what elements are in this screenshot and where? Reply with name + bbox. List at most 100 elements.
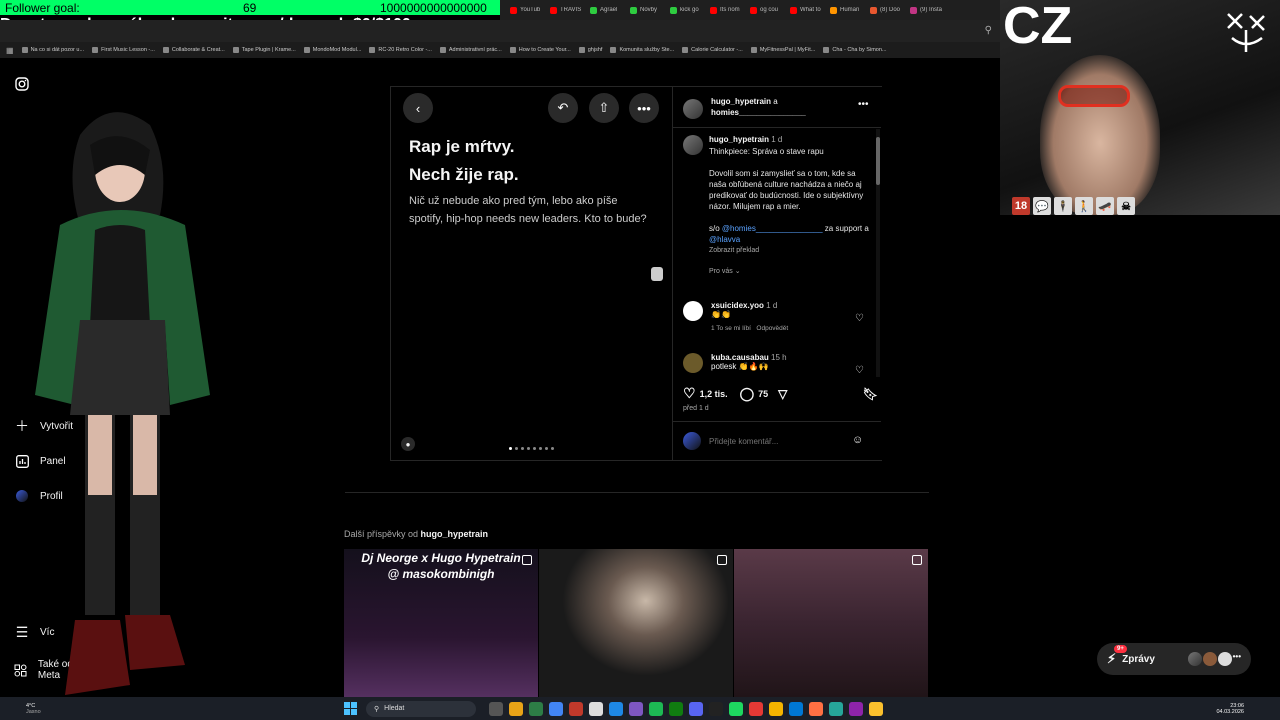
taskbar-app-icon[interactable]: [789, 701, 803, 716]
avatar[interactable]: [683, 353, 703, 373]
post-thumbnail[interactable]: [539, 549, 733, 697]
browser-tab[interactable]: (8) Doo: [870, 6, 906, 14]
taskbar-app-icon[interactable]: [849, 701, 863, 716]
taskbar-app-icon[interactable]: [629, 701, 643, 716]
taskbar-search[interactable]: ⚲ Hledat: [366, 700, 476, 717]
bookmark-item[interactable]: Na co si dát pozor u...: [21, 47, 84, 53]
post-thumbnail[interactable]: [734, 549, 928, 697]
taskbar-app-icon[interactable]: [749, 701, 763, 716]
taskbar-app-icon[interactable]: [709, 701, 723, 716]
avatar[interactable]: [683, 301, 703, 321]
browser-tab-label: YouTub: [520, 7, 541, 13]
mention-link[interactable]: @homies_______________: [722, 224, 823, 233]
for-you-dropdown[interactable]: Pro vás ⌄: [709, 266, 874, 277]
search-icon[interactable]: ⚲: [985, 25, 992, 36]
tagged-user-button[interactable]: ●: [401, 437, 415, 451]
taskbar-app-icon[interactable]: [609, 701, 623, 716]
browser-tab[interactable]: YouTub: [510, 6, 546, 14]
browser-tab[interactable]: What to: [790, 6, 826, 14]
bookmark-label: First Music Lesson -...: [101, 47, 155, 53]
more-dots-icon[interactable]: •••: [858, 99, 869, 110]
taskbar-app-icon[interactable]: [869, 701, 883, 716]
browser-tab[interactable]: Its nom: [710, 6, 746, 14]
translate-link[interactable]: Zobrazit překlad: [709, 245, 874, 256]
comment-username[interactable]: xsuicidex.yoo: [711, 301, 764, 310]
instagram-icon: [14, 76, 30, 92]
send-icon[interactable]: ▽: [778, 387, 787, 401]
bookmark-item[interactable]: MyFitnessPal | MyFit...: [750, 47, 815, 53]
bookmark-item[interactable]: RC-20 Retro Color -...: [369, 47, 432, 53]
comment-icon[interactable]: ◯: [740, 386, 755, 402]
bookmark-item[interactable]: Komunita služby Ste...: [610, 47, 674, 53]
taskbar-clock[interactable]: 23:06 04.03.2026: [1216, 703, 1280, 715]
taskbar-app-icon[interactable]: [569, 701, 583, 716]
taskbar-app-icon[interactable]: [649, 701, 663, 716]
mention-link[interactable]: @hlavva: [709, 235, 740, 244]
bookmark-item[interactable]: Tape Plugin | Krame...: [232, 47, 296, 53]
windows-start-icon[interactable]: [344, 701, 358, 716]
browser-tab[interactable]: kick go: [670, 6, 706, 14]
bookmark-item[interactable]: Collaborate & Creat...: [162, 47, 225, 53]
coauthor-username[interactable]: homies_______________: [711, 108, 806, 117]
taskbar-app-icon[interactable]: [529, 701, 543, 716]
taskbar-app-icon[interactable]: [689, 701, 703, 716]
weather-widget[interactable]: 4°C Jasno: [0, 703, 44, 715]
taskbar-app-icon[interactable]: [489, 701, 503, 716]
bookmark-item[interactable]: Calorie Calculator -...: [682, 47, 743, 53]
apps-grid-icon[interactable]: ▦: [6, 46, 14, 55]
comment-item: xsuicidex.yoo 1 d 👏👏 1 To se mi líbí Odp…: [711, 301, 789, 332]
comment-likes[interactable]: 1 To se mi líbí: [711, 325, 751, 332]
reply-button[interactable]: ↶: [548, 93, 578, 123]
messages-button[interactable]: ⚡︎ 9+ Zprávy •••: [1097, 643, 1251, 675]
like-heart-icon[interactable]: ♡: [683, 385, 696, 402]
instagram-logo[interactable]: [14, 76, 30, 92]
favicon-icon: [790, 6, 797, 14]
taskbar-app-icon[interactable]: [589, 701, 603, 716]
taskbar-app-icon[interactable]: [769, 701, 783, 716]
post-details-panel: hugo_hypetrain a homies_______________ •…: [672, 87, 882, 460]
post-body-text: Nič už nebude ako pred tým, lebo ako píš…: [409, 195, 647, 225]
heart-icon[interactable]: ♡: [855, 313, 864, 324]
avatar[interactable]: [683, 99, 703, 119]
browser-tab[interactable]: Human: [830, 6, 866, 14]
comments-count: 75: [758, 388, 769, 399]
emoji-icon[interactable]: ☺: [852, 434, 863, 446]
heart-icon[interactable]: ♡: [855, 365, 864, 376]
reply-link[interactable]: Odpovědět: [756, 325, 788, 332]
author-username[interactable]: hugo_hypetrain: [711, 97, 771, 106]
more-options-button[interactable]: •••: [629, 93, 659, 123]
bookmark-item[interactable]: Cha - Cha by Simon...: [823, 47, 886, 53]
browser-tab[interactable]: TRAVIS: [550, 6, 586, 14]
comment-input[interactable]: [709, 434, 849, 448]
share-button[interactable]: ⇧: [589, 93, 619, 123]
address-bar[interactable]: ⚲: [0, 20, 1000, 42]
post-title-line2: Nech žije rap.: [409, 165, 519, 184]
scrollbar-thumb[interactable]: [876, 137, 880, 185]
browser-tab[interactable]: og cou: [750, 6, 786, 14]
taskbar-app-icon[interactable]: [829, 701, 843, 716]
more-posts-label: Další příspěvky od hugo_hypetrain: [344, 529, 489, 539]
bookmark-item[interactable]: Administrativní prác...: [439, 47, 502, 53]
taskbar-app-icon[interactable]: [809, 701, 823, 716]
post-thumbnail[interactable]: Dj Neorge x Hugo Hypetrain @ masokombini…: [344, 549, 538, 697]
emote-icon: 18: [1012, 197, 1030, 215]
caption-shoutout: s/o @homies_______________ za support a …: [709, 224, 869, 244]
taskbar-app-icon[interactable]: [549, 701, 563, 716]
bookmark-item[interactable]: ghjshf: [578, 47, 602, 53]
bookmark-item[interactable]: First Music Lesson -...: [92, 47, 155, 53]
browser-tab[interactable]: Novby: [630, 6, 666, 14]
taskbar-app-icon[interactable]: [669, 701, 683, 716]
comment-username[interactable]: kuba.causabau: [711, 353, 769, 362]
more-posts-username[interactable]: hugo_hypetrain: [421, 529, 489, 539]
bookmark-item[interactable]: How to Create Your...: [509, 47, 571, 53]
taskbar-app-icon[interactable]: [729, 701, 743, 716]
bookmark-label: How to Create Your...: [518, 47, 571, 53]
bookmark-icon[interactable]: 🔖︎: [863, 387, 878, 401]
taskbar-app-icon[interactable]: [509, 701, 523, 716]
likes-count[interactable]: 1,2 tis.: [700, 389, 728, 399]
avatar[interactable]: [683, 135, 703, 155]
bookmark-item[interactable]: MondoMod Modul...: [303, 47, 361, 53]
browser-tab[interactable]: Agrael: [590, 6, 626, 14]
back-button[interactable]: ‹: [403, 93, 433, 123]
browser-tab[interactable]: (9) Insta: [910, 6, 946, 14]
